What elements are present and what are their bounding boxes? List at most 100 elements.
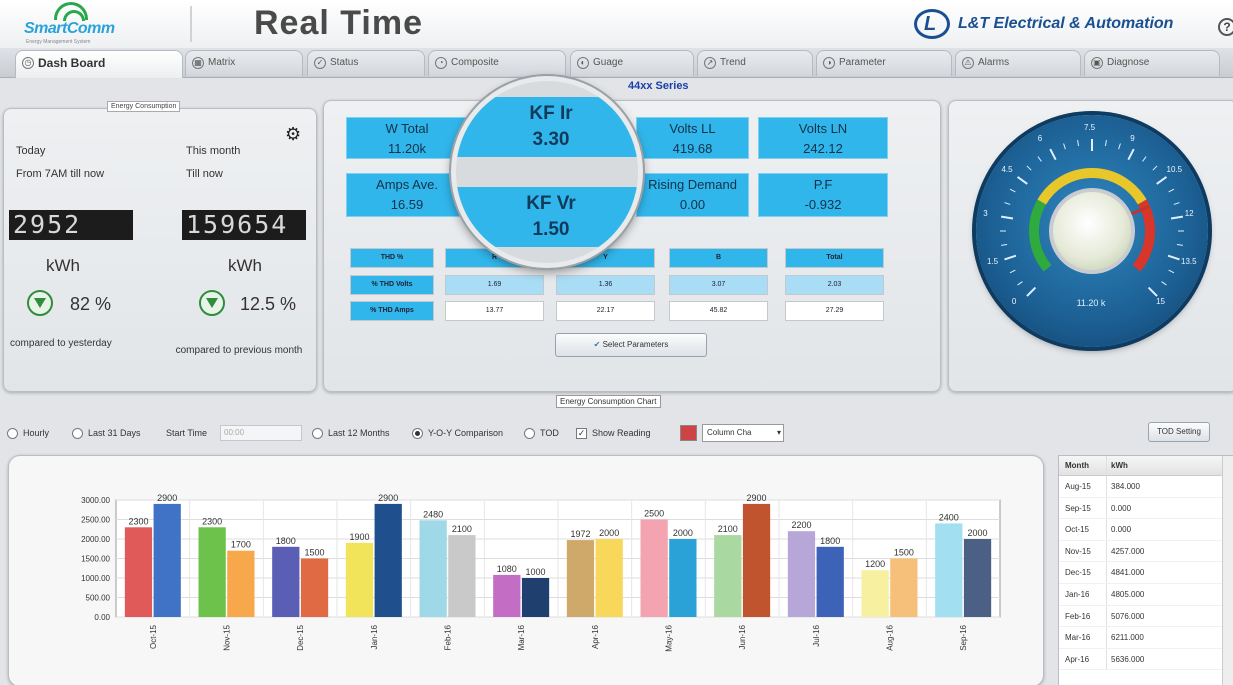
- gauge-tick: [1026, 165, 1032, 171]
- down-arrow-icon: [27, 290, 53, 316]
- y-tick-label: 2500.00: [81, 516, 110, 525]
- table-row[interactable]: Jan-16 4805.000: [1059, 583, 1232, 606]
- kf-vr-value: 1.50: [532, 219, 570, 240]
- table-row[interactable]: Feb-16 5076.000: [1059, 605, 1232, 628]
- month-counter: 159654: [182, 210, 306, 240]
- energy-consumption-legend: Energy Consumption: [107, 101, 181, 112]
- data-label: 2480: [423, 509, 443, 519]
- gauge-tick-label: 7.5: [1084, 123, 1096, 132]
- bar: [124, 527, 153, 617]
- tab-bar: ◷ Dash Board ▦ Matrix ✓ Status ◔ Composite ◐ Guag…: [0, 48, 1233, 78]
- composite-icon: ◔: [435, 57, 447, 69]
- yoy-label: Y-O-Y Comparison: [428, 428, 504, 438]
- table-row[interactable]: Apr-16 5636.000: [1059, 648, 1232, 671]
- radio-icon[interactable]: [312, 427, 323, 439]
- hourly-label: Hourly: [23, 428, 50, 438]
- bar: [787, 531, 816, 617]
- hourly-radio[interactable]: Hourly: [7, 425, 49, 441]
- radio-icon[interactable]: [72, 427, 83, 439]
- gear-icon[interactable]: ⚙: [285, 124, 301, 145]
- last12-radio[interactable]: Last 12 Months: [312, 425, 390, 441]
- tab-label: Trend: [720, 57, 746, 68]
- table-row[interactable]: Sep-15 0.000: [1059, 497, 1232, 520]
- month-cell: Mar-16: [1059, 627, 1107, 648]
- start-time-input[interactable]: 00:00: [220, 425, 302, 441]
- chart-type-select[interactable]: Column Cha ▾: [702, 424, 784, 442]
- x-tick-label: Aug-16: [886, 624, 895, 650]
- x-tick-label: Nov-15: [223, 624, 232, 650]
- tab-matrix[interactable]: ▦ Matrix: [185, 50, 303, 76]
- table-row[interactable]: Oct-15 0.000: [1059, 519, 1232, 541]
- bar: [448, 535, 476, 617]
- table-scrollbar[interactable]: [1222, 456, 1233, 685]
- app-header: SmartComm Energy Management System Real …: [0, 0, 1233, 48]
- thd-cell: % THD Amps: [350, 301, 434, 321]
- gauge-tick: [1167, 254, 1180, 261]
- data-label: 1972: [570, 529, 590, 539]
- tab-alarms[interactable]: ⚠ Alarms: [955, 50, 1081, 76]
- month-cell: Jan-16: [1059, 583, 1107, 605]
- show-reading-checkbox[interactable]: ✓ Show Reading: [576, 425, 651, 441]
- alarm-icon: ⚠: [962, 57, 974, 69]
- parameter-icon: ◑: [823, 57, 835, 69]
- gauge-tick: [1049, 148, 1057, 161]
- today-compare: compared to yesterday: [10, 338, 112, 349]
- bar: [963, 539, 992, 617]
- tab-composite[interactable]: ◔ Composite: [428, 50, 566, 76]
- checkbox-checked-icon[interactable]: ✓: [576, 427, 587, 439]
- chevron-down-icon[interactable]: ▾: [777, 425, 781, 441]
- param-amps-ave: Amps Ave. 16.59: [346, 173, 468, 217]
- month-percent: 12.5 %: [240, 294, 297, 314]
- kwh-cell: 4841.000: [1111, 568, 1145, 578]
- param-value: 11.20k: [387, 141, 427, 156]
- bar: [521, 578, 550, 617]
- table-row[interactable]: Dec-15 4841.000: [1059, 562, 1232, 584]
- gauge-tick: [1009, 188, 1016, 193]
- month-sub: Till now: [186, 168, 223, 180]
- data-label: 1800: [820, 536, 840, 546]
- select-parameters-button[interactable]: ✔ Select Parameters: [555, 333, 707, 357]
- gauge-tick: [1063, 143, 1066, 150]
- header-divider: [190, 6, 192, 42]
- gauge-tick: [1156, 176, 1168, 185]
- yoy-radio[interactable]: Y-O-Y Comparison: [412, 425, 503, 441]
- tab-label: Alarms: [978, 57, 1010, 68]
- thd-cell: 22.17: [556, 301, 655, 321]
- logo-text: SmartComm: [24, 20, 115, 37]
- gauge-tick-label: 0: [1011, 297, 1017, 307]
- gauge-tick-label: 3: [983, 209, 988, 219]
- chart-legend-label: Energy Consumption Chart: [556, 395, 661, 408]
- thd-cell: 1.69: [445, 275, 544, 295]
- tab-status[interactable]: ✓ Status: [307, 50, 425, 76]
- last31-radio[interactable]: Last 31 Days: [72, 425, 141, 441]
- help-icon[interactable]: ?: [1218, 18, 1233, 36]
- last12-label: Last 12 Months: [328, 428, 390, 438]
- month-cell: Sep-15: [1059, 497, 1107, 519]
- gauge-tick: [1026, 286, 1037, 297]
- brand-name: L&T Electrical & Automation: [958, 15, 1174, 32]
- thd-cell: 45.82: [669, 301, 768, 321]
- bar: [742, 503, 771, 617]
- table-row[interactable]: Nov-15 4257.000: [1059, 540, 1232, 563]
- data-label: 1500: [894, 548, 914, 558]
- table-row[interactable]: Mar-16 6211.000: [1059, 627, 1232, 649]
- check-icon: ✔: [593, 340, 603, 349]
- tab-guage[interactable]: ◐ Guage: [570, 50, 694, 76]
- tod-setting-button[interactable]: TOD Setting: [1148, 422, 1210, 442]
- tab-diagnose[interactable]: ▣ Diagnose: [1084, 50, 1220, 76]
- smartcomm-logo: SmartComm Energy Management System: [18, 2, 128, 46]
- x-tick-label: Apr-16: [591, 624, 600, 649]
- tab-trend[interactable]: ↗ Trend: [697, 50, 813, 76]
- radio-selected-icon[interactable]: [412, 427, 423, 439]
- tod-radio[interactable]: TOD: [524, 425, 559, 441]
- table-row[interactable]: Aug-15 384.000: [1059, 476, 1232, 498]
- tab-parameter[interactable]: ◑ Parameter: [816, 50, 952, 76]
- gauge-tick-label: 10.5: [1166, 165, 1183, 175]
- radio-icon[interactable]: [524, 427, 535, 439]
- radio-icon[interactable]: [7, 427, 18, 439]
- gauge-tick-label: 13.5: [1181, 256, 1197, 266]
- tab-dash-board[interactable]: ◷ Dash Board: [15, 50, 183, 78]
- kwh-cell: 0.000: [1111, 525, 1132, 535]
- data-label: 1200: [865, 559, 885, 569]
- tab-label: Parameter: [839, 57, 886, 68]
